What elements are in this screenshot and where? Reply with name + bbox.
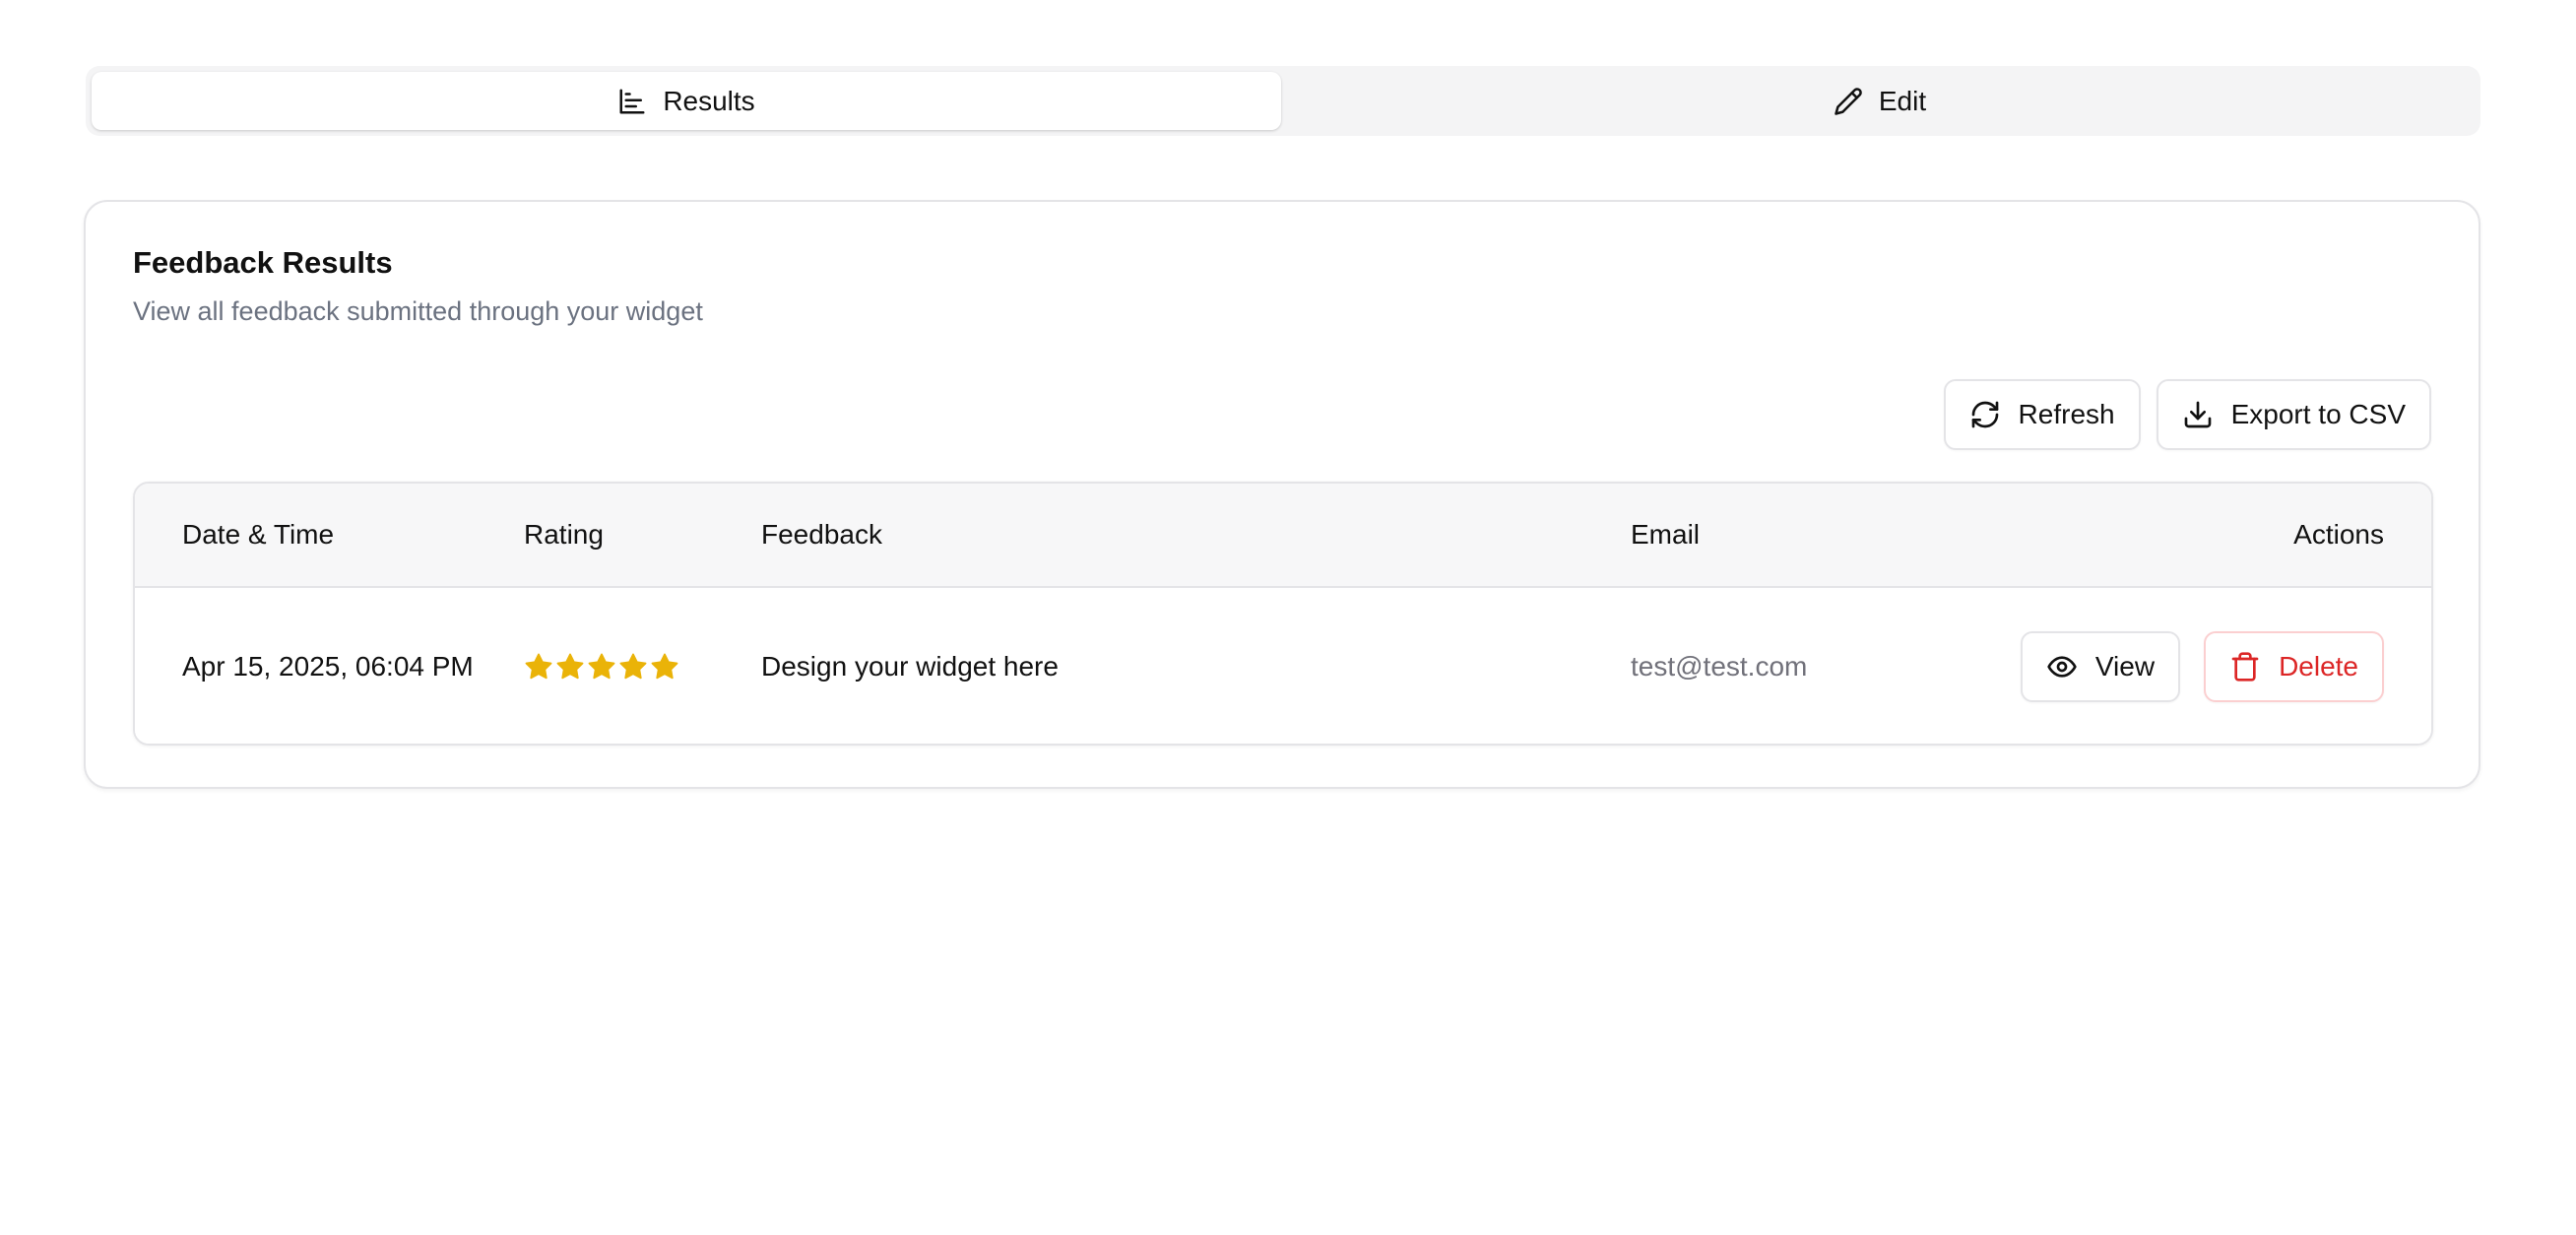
column-header-date: Date & Time bbox=[182, 519, 335, 550]
tab-results-label: Results bbox=[663, 85, 755, 116]
tab-edit[interactable]: Edit bbox=[1285, 72, 2475, 130]
feedback-results-card: Feedback Results View all feedback submi… bbox=[84, 200, 2480, 789]
table-header: Date & Time Rating Feedback Email Action… bbox=[135, 484, 2431, 588]
download-icon bbox=[2184, 401, 2211, 428]
cell-actions: View Delete bbox=[2020, 588, 2384, 744]
refresh-button[interactable]: Refresh bbox=[1943, 379, 2141, 450]
pencil-icon bbox=[1835, 87, 1862, 115]
bar-chart-icon bbox=[619, 89, 645, 113]
refresh-icon bbox=[1971, 401, 1998, 428]
view-label: View bbox=[2094, 651, 2156, 682]
feedback-table: Date & Time Rating Feedback Email Action… bbox=[133, 482, 2433, 746]
export-csv-button[interactable]: Export to CSV bbox=[2156, 379, 2431, 450]
tab-results[interactable]: Results bbox=[92, 72, 1281, 130]
card-description: View all feedback submitted through your… bbox=[133, 296, 703, 326]
star-icon bbox=[651, 653, 678, 680]
star-icon bbox=[588, 653, 615, 680]
export-label: Export to CSV bbox=[2230, 399, 2406, 429]
cell-datetime: Apr 15, 2025, 06:04 PM bbox=[182, 651, 474, 682]
trash-icon bbox=[2231, 652, 2259, 682]
star-icon bbox=[619, 653, 647, 680]
tab-edit-label: Edit bbox=[1878, 85, 1927, 116]
cell-email: test@test.com bbox=[1631, 588, 1808, 744]
delete-label: Delete bbox=[2279, 651, 2358, 682]
table-row: Apr 15, 2025, 06:04 PM Design your widge… bbox=[135, 588, 2431, 744]
cell-feedback: Design your widget here bbox=[761, 651, 1059, 682]
delete-button[interactable]: Delete bbox=[2204, 631, 2384, 702]
star-icon bbox=[556, 653, 584, 680]
column-header-actions: Actions bbox=[2293, 519, 2384, 550]
column-header-feedback: Feedback bbox=[761, 519, 882, 550]
card-title: Feedback Results bbox=[133, 245, 393, 280]
email-text: test@test.com bbox=[1631, 651, 1808, 682]
star-rating bbox=[524, 652, 679, 682]
view-tabs: Results Edit bbox=[86, 66, 2480, 136]
star-icon bbox=[525, 653, 552, 680]
column-header-rating: Rating bbox=[524, 519, 604, 550]
column-header-email: Email bbox=[1631, 519, 1701, 550]
card-toolbar: Refresh Export to CSV bbox=[1943, 379, 2431, 450]
eye-icon bbox=[2047, 656, 2077, 678]
view-button[interactable]: View bbox=[2020, 631, 2181, 702]
cell-rating bbox=[524, 588, 679, 744]
refresh-label: Refresh bbox=[2018, 399, 2115, 429]
